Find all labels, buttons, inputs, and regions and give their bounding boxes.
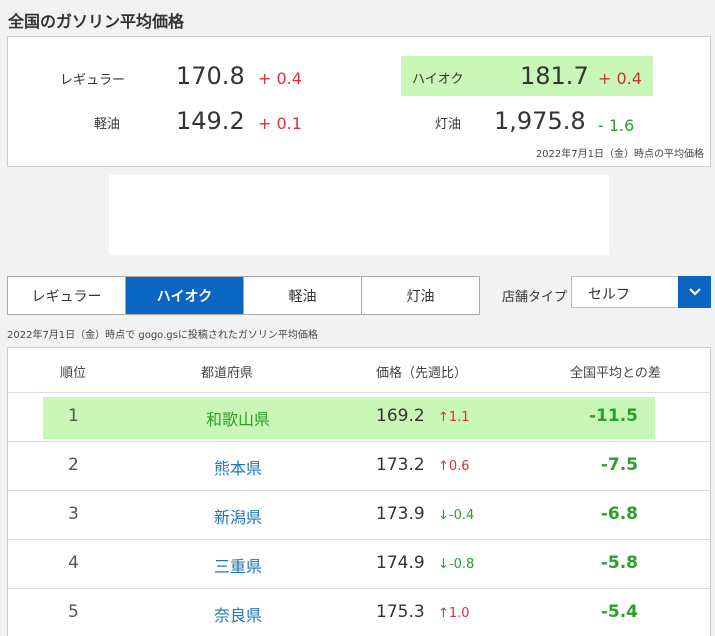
price: 173.9 <box>376 504 425 524</box>
price-change: ↓-0.4 <box>438 508 475 523</box>
summary-date-note: 2022年7月1日（金）時点の平均価格 <box>535 149 704 160</box>
price: 174.9 <box>376 553 425 573</box>
diesel-diff: + 0.1 <box>258 114 302 133</box>
tab-highoctane[interactable]: ハイオク <box>126 277 244 314</box>
row-highlight <box>43 397 655 439</box>
header-gap: 全国平均との差 <box>570 366 661 381</box>
table-row: 1 和歌山県 169.2 ↑1.1 -11.5 <box>8 392 710 441</box>
store-type-label: 店舗タイプ <box>502 290 568 305</box>
fuel-tabs: レギュラー ハイオク 軽油 灯油 <box>7 276 480 315</box>
national-gap: -7.5 <box>600 455 638 475</box>
regular-diff: + 0.4 <box>258 69 302 88</box>
table-row: 3 新潟県 173.9 ↓-0.4 -6.8 <box>8 490 710 539</box>
table-row: 4 三重県 174.9 ↓-0.8 -5.8 <box>8 539 710 588</box>
tab-kerosene[interactable]: 灯油 <box>362 277 479 314</box>
kerosene-diff: - 1.6 <box>598 116 635 135</box>
table-row: 2 熊本県 173.2 ↑0.6 -7.5 <box>8 441 710 490</box>
list-date-note: 2022年7月1日（金）時点で gogo.gsに投稿されたガソリン平均価格 <box>7 330 318 341</box>
price-change: ↑0.6 <box>438 459 470 474</box>
table-row: 5 奈良県 175.3 ↑1.0 -5.4 <box>8 588 710 636</box>
tab-diesel[interactable]: 軽油 <box>244 277 362 314</box>
store-type-value: セルフ <box>588 287 630 303</box>
price: 175.3 <box>376 602 425 622</box>
national-gap: -5.4 <box>600 602 638 622</box>
page-title: 全国のガソリン平均価格 <box>8 12 185 31</box>
store-type-select[interactable]: セルフ <box>571 276 711 308</box>
kerosene-label: 灯油 <box>435 117 462 132</box>
price-change: ↑1.1 <box>438 410 470 425</box>
header-prefecture: 都道府県 <box>201 366 254 381</box>
header-price: 価格（先週比） <box>376 366 468 381</box>
diesel-label: 軽油 <box>94 117 121 132</box>
national-gap: -5.8 <box>600 553 638 573</box>
prefecture-link[interactable]: 熊本県 <box>188 455 288 479</box>
national-gap: -11.5 <box>589 406 638 426</box>
highoctane-price: 181.7 <box>520 62 589 90</box>
ranking-table: 順位 都道府県 価格（先週比） 全国平均との差 1 和歌山県 169.2 ↑1.… <box>7 347 711 636</box>
rank: 4 <box>68 553 79 573</box>
prefecture-link[interactable]: 新潟県 <box>188 504 288 528</box>
price: 173.2 <box>376 455 425 475</box>
price: 169.2 <box>376 406 425 426</box>
rank: 1 <box>68 406 79 426</box>
highoctane-label: ハイオク <box>412 72 464 87</box>
header-rank: 順位 <box>60 366 87 381</box>
prefecture-link[interactable]: 和歌山県 <box>188 406 288 430</box>
price-change: ↑1.0 <box>438 606 470 621</box>
diesel-price: 149.2 <box>176 107 245 135</box>
rank: 3 <box>68 504 79 524</box>
ad-placeholder <box>109 175 609 255</box>
regular-label: レギュラー <box>60 73 126 88</box>
chevron-down-icon[interactable] <box>678 276 711 308</box>
rank: 2 <box>68 455 79 475</box>
prefecture-link[interactable]: 奈良県 <box>188 602 288 626</box>
tab-regular[interactable]: レギュラー <box>8 277 126 314</box>
rank: 5 <box>68 602 79 622</box>
price-change: ↓-0.8 <box>438 557 475 572</box>
national-gap: -6.8 <box>600 504 638 524</box>
regular-price: 170.8 <box>176 62 245 90</box>
highoctane-diff: + 0.4 <box>598 69 642 88</box>
prefecture-link[interactable]: 三重県 <box>188 553 288 577</box>
national-average-card: レギュラー 170.8 + 0.4 ハイオク 181.7 + 0.4 軽油 14… <box>7 36 711 167</box>
kerosene-price: 1,975.8 <box>494 107 586 135</box>
